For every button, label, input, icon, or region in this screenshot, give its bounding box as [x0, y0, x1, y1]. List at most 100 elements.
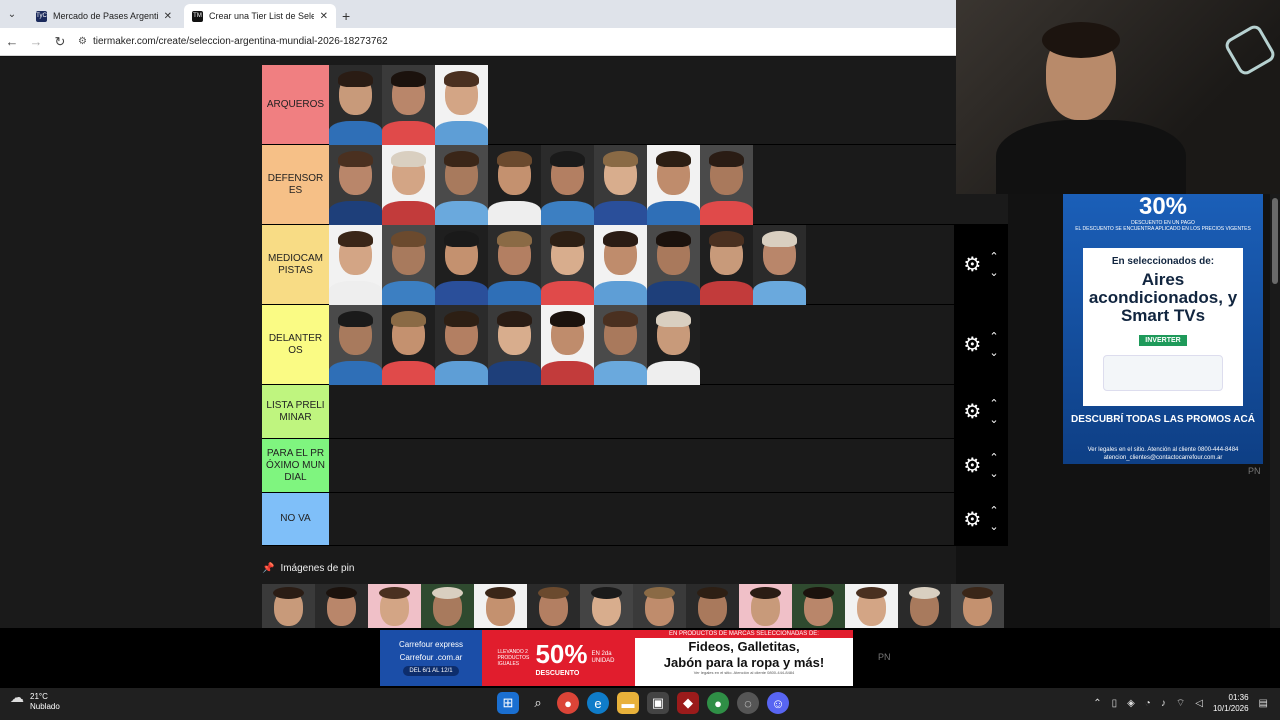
player-photo[interactable]: [541, 225, 594, 305]
player-photo[interactable]: [594, 305, 647, 385]
player-photo[interactable]: [435, 65, 488, 145]
back-icon[interactable]: ←: [0, 34, 24, 49]
pin-player-photo[interactable]: [633, 584, 686, 628]
pin-player-photo[interactable]: [580, 584, 633, 628]
tier-label[interactable]: NO VA: [262, 493, 329, 545]
site-info-icon[interactable]: ⚙: [78, 36, 87, 47]
app-red-icon[interactable]: ◆: [677, 692, 699, 714]
chevron-up-icon[interactable]: ⌃: [989, 249, 998, 265]
notification-icon[interactable]: ▤: [1259, 698, 1268, 709]
player-photo[interactable]: [700, 145, 753, 225]
url-field[interactable]: ⚙ tiermaker.com/create/seleccion-argenti…: [78, 36, 388, 47]
close-tab-icon[interactable]: ✕: [320, 11, 328, 22]
player-photo[interactable]: [647, 225, 700, 305]
file-explorer-icon[interactable]: ▬: [617, 692, 639, 714]
tier-label[interactable]: ARQUEROS: [262, 65, 329, 144]
player-photo[interactable]: [435, 305, 488, 385]
volume-icon[interactable]: ◁: [1195, 698, 1203, 709]
player-photo[interactable]: [541, 305, 594, 385]
bottom-banner-ad[interactable]: Carrefour express Carrefour .com.ar DEL …: [380, 630, 853, 686]
player-photo[interactable]: [329, 225, 382, 305]
tier-label[interactable]: MEDIOCAMPISTAS: [262, 225, 329, 304]
chrome-profile-icon[interactable]: ●: [707, 692, 729, 714]
chevron-up-icon[interactable]: ⌃: [989, 450, 998, 466]
pin-player-photo[interactable]: [262, 584, 315, 628]
gear-icon[interactable]: ⚙: [963, 399, 981, 424]
close-tab-icon[interactable]: ✕: [164, 11, 172, 22]
chevron-up-icon[interactable]: ⌃: [989, 396, 998, 412]
battery-icon[interactable]: ▯: [1112, 698, 1118, 709]
player-photo[interactable]: [647, 145, 700, 225]
clock[interactable]: 01:36 10/1/2026: [1213, 692, 1249, 714]
pin-player-photo[interactable]: [368, 584, 421, 628]
windows-start-icon[interactable]: ⊞: [497, 692, 519, 714]
search-icon[interactable]: ⌕: [527, 692, 549, 714]
pin-player-photo[interactable]: [898, 584, 951, 628]
player-photo[interactable]: [488, 305, 541, 385]
wifi-icon[interactable]: ⌔: [1176, 697, 1185, 710]
player-photo[interactable]: [329, 145, 382, 225]
player-photo[interactable]: [488, 145, 541, 225]
side-advertisement[interactable]: 30% DESCUENTO EN UN PAGO EL DESCUENTO SE…: [1063, 194, 1263, 464]
microphone-icon[interactable]: ♪: [1161, 698, 1166, 709]
chevron-down-icon[interactable]: ⌄: [989, 412, 998, 428]
app-gray-icon[interactable]: ◌: [737, 692, 759, 714]
store-icon[interactable]: ▣: [647, 692, 669, 714]
pin-player-photo[interactable]: [686, 584, 739, 628]
pin-player-photo[interactable]: [527, 584, 580, 628]
pin-player-photo[interactable]: [474, 584, 527, 628]
chevron-down-icon[interactable]: ⌄: [989, 466, 998, 482]
new-tab-icon[interactable]: +: [342, 4, 350, 28]
chrome-icon[interactable]: ●: [557, 692, 579, 714]
forward-icon[interactable]: →: [24, 34, 48, 49]
page-scrollbar[interactable]: [1270, 194, 1280, 688]
discord-icon[interactable]: ☺: [767, 692, 789, 714]
gear-icon[interactable]: ⚙: [963, 507, 981, 532]
player-photo[interactable]: [594, 225, 647, 305]
chevron-down-icon[interactable]: ⌄: [989, 345, 998, 361]
player-photo[interactable]: [488, 225, 541, 305]
player-photo[interactable]: [753, 225, 806, 305]
player-photo[interactable]: [382, 65, 435, 145]
scrollbar-thumb[interactable]: [1272, 198, 1278, 284]
player-photo[interactable]: [541, 145, 594, 225]
tab-tiermaker[interactable]: TM Crear una Tier List de Selección ✕: [184, 4, 336, 28]
pin-player-photo[interactable]: [315, 584, 368, 628]
gear-icon[interactable]: ⚙: [963, 453, 981, 478]
weather-widget[interactable]: ☁ 21°C Nublado: [10, 690, 60, 712]
player-photo[interactable]: [329, 65, 382, 145]
pin-player-photo[interactable]: [951, 584, 1004, 628]
player-photo[interactable]: [382, 145, 435, 225]
chevron-up-icon[interactable]: ⌃: [1093, 698, 1101, 709]
tier-label[interactable]: DELANTEROS: [262, 305, 329, 384]
player-photo[interactable]: [435, 145, 488, 225]
reload-icon[interactable]: ↻: [48, 34, 72, 50]
player-photo[interactable]: [435, 225, 488, 305]
pin-player-photo[interactable]: [739, 584, 792, 628]
chevron-down-icon[interactable]: ⌄: [989, 265, 998, 281]
tier-label[interactable]: LISTA PRELIMINAR: [262, 385, 329, 438]
pin-player-photo[interactable]: [421, 584, 474, 628]
player-photo[interactable]: [382, 305, 435, 385]
network-icon[interactable]: ◔: [1145, 698, 1151, 709]
player-photo[interactable]: [594, 145, 647, 225]
tier-label[interactable]: PARA EL PRÓXIMO MUNDIAL: [262, 439, 329, 492]
pin-player-photo[interactable]: [792, 584, 845, 628]
chevron-up-icon[interactable]: ⌃: [989, 503, 998, 519]
player-photo[interactable]: [329, 305, 382, 385]
pin-player-photo[interactable]: [845, 584, 898, 628]
tier-label[interactable]: DEFENSORES: [262, 145, 329, 224]
tab-search-icon[interactable]: ⌄: [0, 0, 24, 28]
tab-mercado-de-pases[interactable]: TyC Mercado de Pases Argentina 20 ✕: [28, 4, 180, 28]
edge-icon[interactable]: e: [587, 692, 609, 714]
gear-icon[interactable]: ⚙: [963, 252, 981, 277]
security-icon[interactable]: ◈: [1127, 698, 1135, 709]
ad-cta[interactable]: DESCUBRÍ TODAS LAS PROMOS ACÁ: [1063, 414, 1263, 426]
player-photo[interactable]: [700, 225, 753, 305]
chevron-up-icon[interactable]: ⌃: [989, 329, 998, 345]
chevron-down-icon[interactable]: ⌄: [989, 519, 998, 535]
gear-icon[interactable]: ⚙: [963, 332, 981, 357]
ad-headline-big: Aires acondicionados, y Smart TVs: [1088, 270, 1238, 325]
player-photo[interactable]: [382, 225, 435, 305]
player-photo[interactable]: [647, 305, 700, 385]
